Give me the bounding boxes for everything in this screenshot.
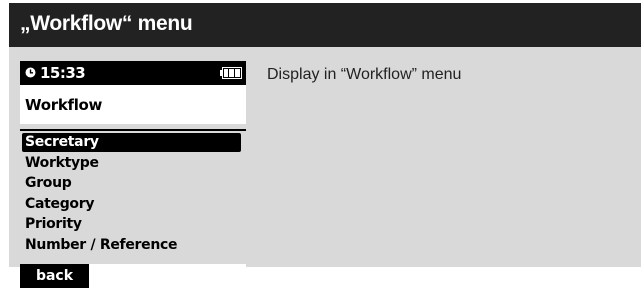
menu-item-worktype[interactable]: Worktype bbox=[22, 154, 99, 173]
battery-full-icon bbox=[220, 67, 242, 79]
status-bar: 15:33 bbox=[20, 61, 246, 85]
menu-item-group[interactable]: Group bbox=[22, 174, 72, 193]
softkey-bar: back bbox=[20, 264, 246, 288]
screen-heading: Workflow bbox=[25, 96, 103, 114]
menu-item-category[interactable]: Category bbox=[22, 195, 94, 214]
menu-list: Secretary Worktype Group Category Priority Nu… bbox=[20, 129, 246, 256]
description-text: Display in “Workflow” menu bbox=[267, 66, 462, 83]
device-screen: 15:33 Workflow Secretary Worktype Group Cat… bbox=[20, 61, 246, 288]
title-bar: „Workflow“ menu bbox=[9, 3, 641, 47]
screen-heading-area: Workflow bbox=[20, 85, 246, 124]
page-title: „Workflow“ menu bbox=[20, 12, 193, 35]
menu-item-secretary[interactable]: Secretary bbox=[22, 133, 241, 152]
menu-item-number-reference[interactable]: Number / Reference bbox=[22, 236, 177, 255]
clock-icon bbox=[25, 67, 36, 78]
status-time: 15:33 bbox=[40, 64, 86, 82]
figure-panel: „Workflow“ menu 15:33 Workflow Secretary… bbox=[9, 3, 641, 288]
back-button[interactable]: back bbox=[20, 264, 89, 288]
menu-item-priority[interactable]: Priority bbox=[22, 215, 82, 234]
